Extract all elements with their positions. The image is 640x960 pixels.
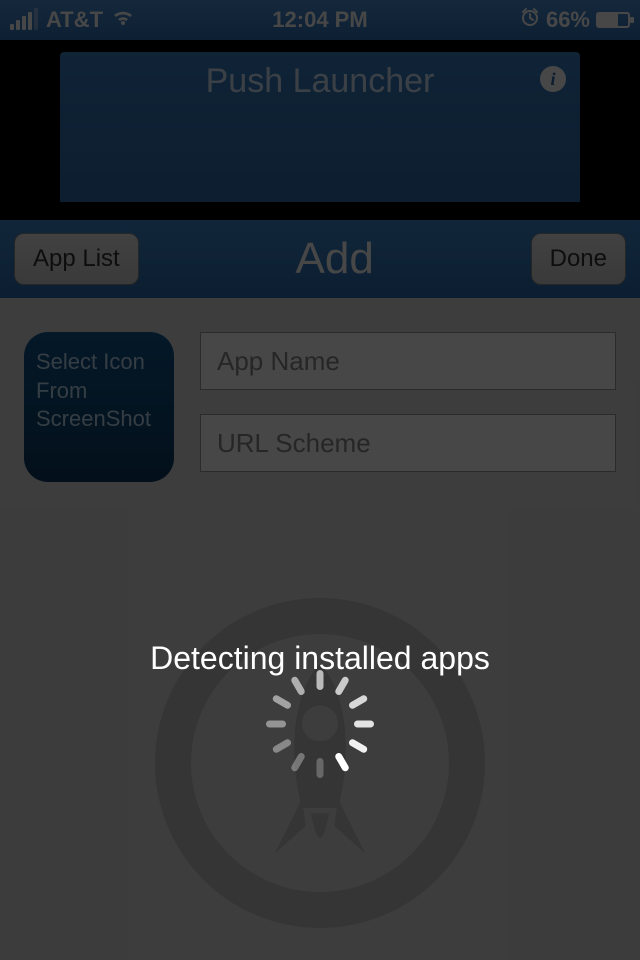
spinner-icon: [285, 713, 355, 783]
loading-overlay: Detecting installed apps: [0, 0, 640, 960]
